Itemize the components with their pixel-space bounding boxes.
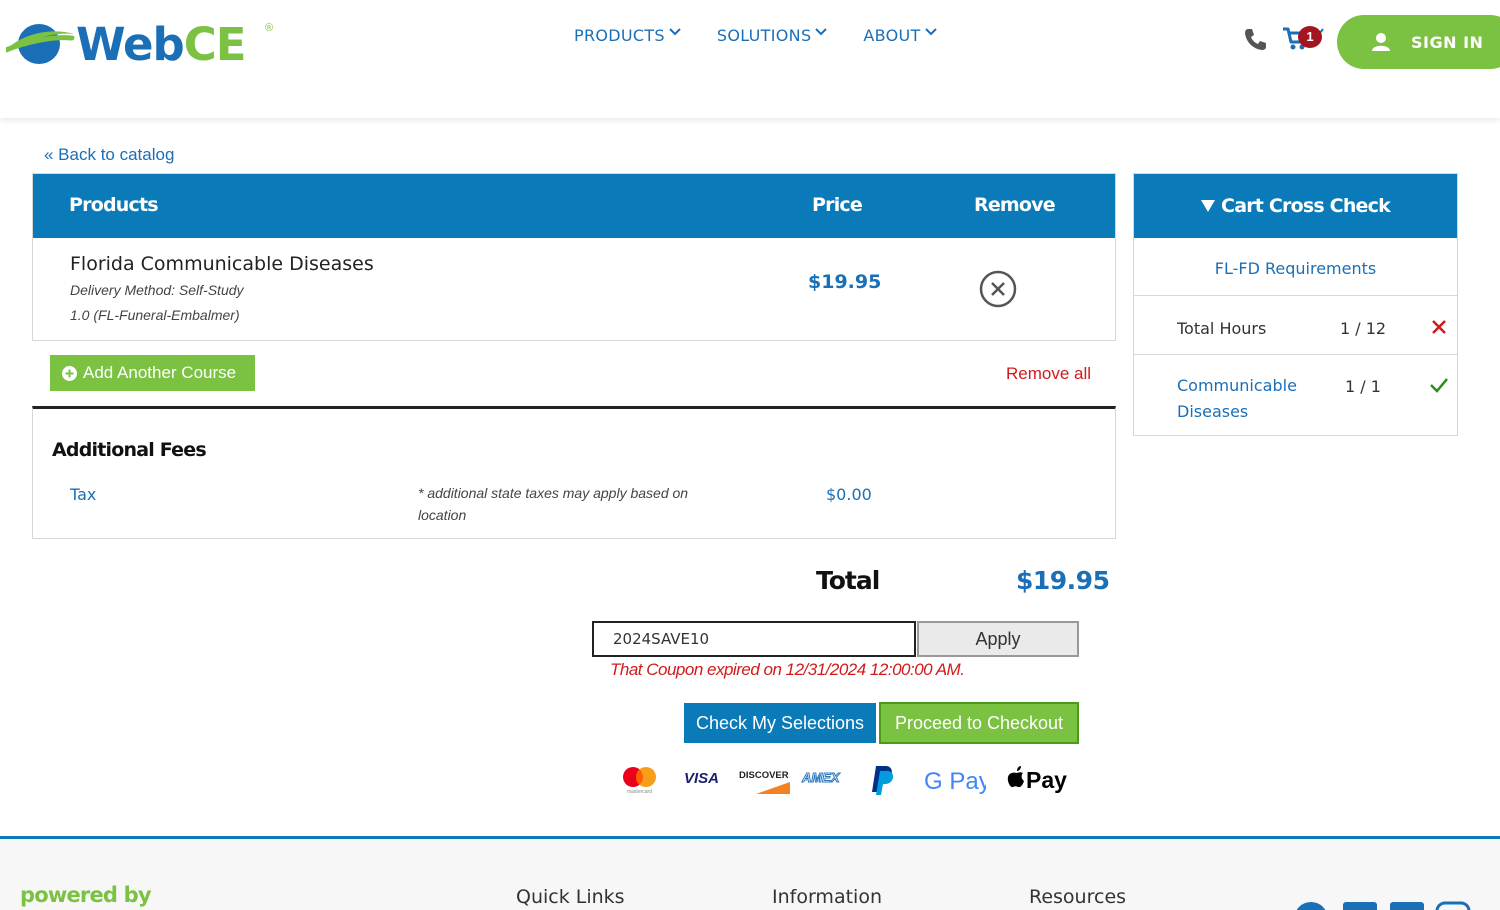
- discover-wordmark: DISCOVER: [739, 770, 789, 781]
- mastercard-wordmark: mastercard: [627, 789, 652, 795]
- course-title: Florida Communicable Diseases: [70, 253, 374, 275]
- sign-in-label: SIGN IN: [1411, 32, 1484, 52]
- products-table: Products Price Remove Florida Communicab…: [32, 173, 1116, 341]
- paypal-icon: [872, 766, 894, 795]
- nav-about[interactable]: ABOUT: [863, 26, 937, 45]
- total-label: Total: [816, 566, 880, 595]
- checkmark-icon: [1430, 378, 1448, 393]
- tax-note: * additional state taxes may apply based…: [418, 485, 689, 523]
- requirements-row: FL-FD Requirements: [1134, 238, 1457, 296]
- facebook-icon[interactable]: [1293, 901, 1329, 910]
- communicable-diseases-label-line1: Communicable: [1177, 376, 1297, 395]
- webce-logo[interactable]: WebCE ®: [6, 18, 276, 70]
- products-table-header: Products Price Remove: [33, 174, 1115, 238]
- globe-logo-icon: [6, 24, 75, 64]
- chevron-down-icon: [669, 28, 681, 36]
- proceed-to-checkout-button[interactable]: Proceed to Checkout: [879, 702, 1079, 744]
- communicable-diseases-value: 1 / 1: [1345, 377, 1381, 396]
- chevron-down-icon: [815, 28, 828, 36]
- cart-cross-check-header[interactable]: Cart Cross Check: [1134, 174, 1457, 238]
- total-amount: $19.95: [1016, 566, 1110, 595]
- plus-circle-icon: [62, 365, 77, 381]
- amex-icon: AMEX: [801, 770, 842, 786]
- remove-item-icon[interactable]: [979, 270, 1017, 308]
- footer-quick-links-heading: Quick Links: [516, 886, 625, 908]
- logo-wordmark: WebCE: [76, 18, 247, 71]
- triangle-down-icon: [1201, 200, 1216, 212]
- visa-wordmark: VISA: [684, 770, 719, 787]
- cart-cross-check-panel: Cart Cross Check FL-FD Requirements Tota…: [1133, 173, 1458, 436]
- footer-resources-heading: Resources: [1029, 886, 1127, 908]
- course-credit-hours: 1.0 (FL-Funeral-Embalmer): [70, 307, 240, 323]
- instagram-icon[interactable]: [1435, 901, 1471, 910]
- nav-about-label: ABOUT: [863, 26, 921, 45]
- chevron-down-icon: [924, 28, 937, 36]
- remove-all-link[interactable]: Remove all: [1006, 364, 1091, 384]
- nav-solutions[interactable]: SOLUTIONS: [717, 26, 828, 45]
- footer-information-heading: Information: [772, 886, 882, 908]
- cart-item-row: Florida Communicable Diseases Delivery M…: [33, 238, 1115, 340]
- powered-by-label: powered by: [20, 883, 152, 907]
- mastercard-icon: mastercard: [623, 767, 656, 795]
- total-hours-value: 1 / 12: [1340, 319, 1387, 338]
- logo-registered-mark: ®: [265, 22, 274, 34]
- tax-amount: $0.00: [826, 485, 872, 504]
- payment-methods: mastercard VISA DISCOVER AMEX G Pay Pay: [620, 762, 1080, 798]
- back-to-catalog-link[interactable]: « Back to catalog: [44, 145, 174, 165]
- remove-column-header: Remove: [974, 194, 1056, 216]
- youtube-icon[interactable]: [1389, 901, 1425, 910]
- coupon-error-message: That Coupon expired on 12/31/2024 12:00:…: [610, 660, 965, 679]
- discover-icon: DISCOVER: [739, 770, 790, 794]
- site-footer: powered by Quick Links Information Resou…: [0, 839, 1500, 910]
- linkedin-icon[interactable]: [1342, 901, 1378, 910]
- course-delivery-method: Delivery Method: Self-Study: [70, 282, 244, 298]
- add-course-label: Add Another Course: [83, 363, 237, 382]
- price-column-header: Price: [812, 194, 863, 216]
- fl-fd-requirements-link[interactable]: FL-FD Requirements: [1134, 259, 1457, 278]
- nav-products-label: PRODUCTS: [574, 26, 665, 45]
- google-pay-wordmark: G Pay: [924, 768, 986, 795]
- course-price: $19.95: [808, 271, 882, 293]
- user-icon: [1372, 33, 1390, 51]
- google-pay-label: G Pay: [924, 768, 986, 795]
- add-another-course-button[interactable]: Add Another Course: [50, 355, 255, 391]
- apple-pay-wordmark: Pay: [1026, 767, 1067, 793]
- cart-cross-check-title: Cart Cross Check: [1221, 195, 1391, 217]
- communicable-diseases-label: Communicable Diseases: [1177, 373, 1297, 425]
- main-nav: PRODUCTS SOLUTIONS ABOUT: [574, 26, 937, 45]
- apple-pay-icon: Pay: [1007, 766, 1067, 793]
- total-hours-row: Total Hours 1 / 12: [1134, 296, 1457, 355]
- additional-fees-section: Additional Fees Tax * additional state t…: [32, 406, 1116, 539]
- amex-wordmark: AMEX: [801, 770, 841, 785]
- phone-icon[interactable]: [1243, 26, 1269, 52]
- site-header: WebCE ® PRODUCTS SOLUTIONS ABOUT 1 SIGN …: [0, 0, 1500, 118]
- apply-coupon-button[interactable]: Apply: [917, 621, 1079, 657]
- nav-solutions-label: SOLUTIONS: [716, 26, 812, 45]
- coupon-code-input[interactable]: [592, 621, 916, 657]
- google-pay-icon: G Pay: [924, 768, 986, 795]
- cart-count-badge: 1: [1298, 26, 1322, 48]
- visa-icon: VISA: [684, 770, 719, 787]
- additional-fees-title: Additional Fees: [52, 439, 207, 461]
- nav-products[interactable]: PRODUCTS: [574, 26, 681, 45]
- sign-in-button[interactable]: SIGN IN: [1337, 15, 1500, 69]
- communicable-diseases-row: Communicable Diseases 1 / 1: [1134, 355, 1457, 435]
- communicable-diseases-label-line2: Diseases: [1177, 402, 1249, 421]
- total-hours-label: Total Hours: [1177, 319, 1267, 338]
- check-my-selections-button[interactable]: Check My Selections: [684, 703, 876, 743]
- close-x-icon: [1432, 320, 1446, 334]
- tax-label: Tax: [70, 485, 97, 504]
- products-column-header: Products: [69, 194, 159, 216]
